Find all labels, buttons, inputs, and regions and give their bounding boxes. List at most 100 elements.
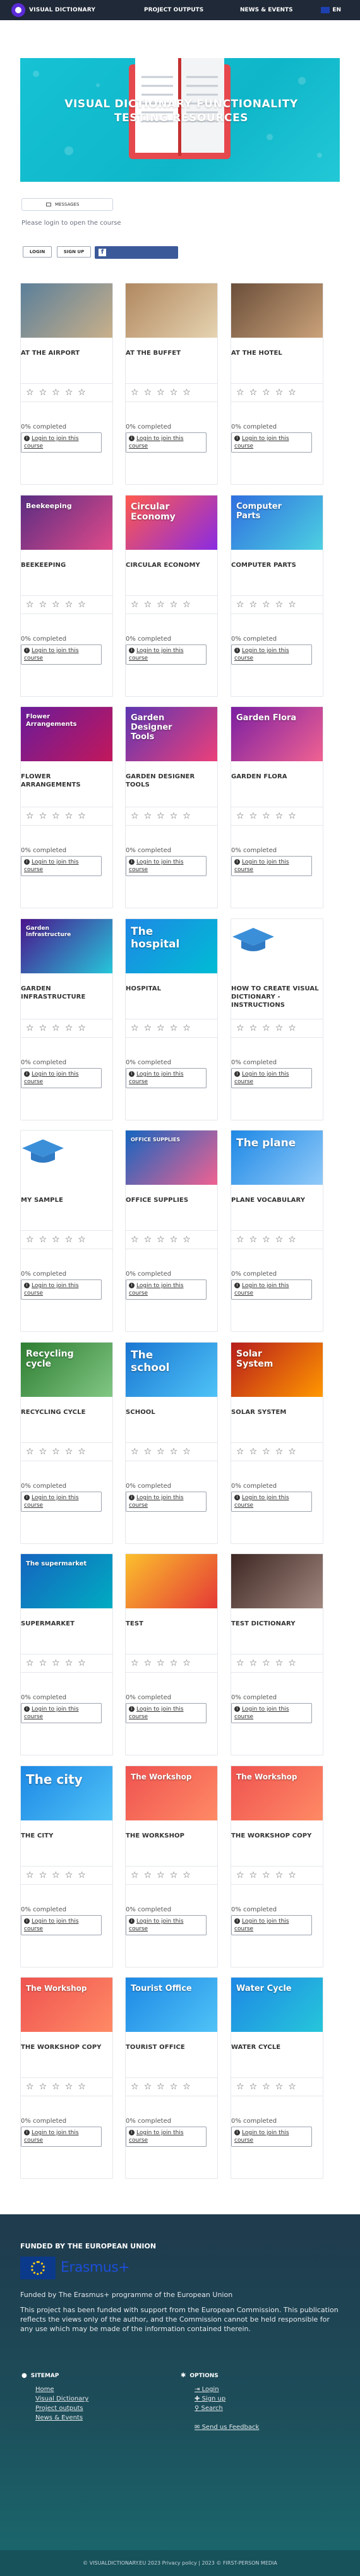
star-icon[interactable]: ☆	[39, 812, 47, 821]
login-to-join-button[interactable]: i Login to join this course	[126, 1492, 207, 1512]
course-title[interactable]: OFFICE SUPPLIES	[126, 1196, 217, 1204]
star-icon[interactable]: ☆	[275, 600, 284, 609]
course-thumbnail[interactable]: Garden Infrastructure	[21, 919, 112, 973]
login-to-join-button[interactable]: i Login to join this course	[126, 856, 207, 876]
star-icon[interactable]: ☆	[52, 1235, 60, 1244]
login-button[interactable]: LOGIN	[23, 246, 52, 258]
course-card[interactable]: The supermarket SUPERMARKET ☆ ☆ ☆ ☆ ☆ 0% comple…	[20, 1553, 113, 1755]
login-to-join-button[interactable]: i Login to join this course	[231, 1492, 312, 1512]
login-to-join-button[interactable]: i Login to join this course	[21, 1068, 102, 1088]
star-icon[interactable]: ☆	[275, 1871, 284, 1880]
star-rating[interactable]: ☆ ☆ ☆ ☆ ☆	[231, 2077, 323, 2096]
course-title[interactable]: MY SAMPLE	[21, 1196, 112, 1204]
star-icon[interactable]: ☆	[236, 1447, 244, 1456]
course-thumbnail[interactable]	[231, 283, 323, 338]
star-icon[interactable]: ☆	[144, 2082, 152, 2091]
star-icon[interactable]: ☆	[262, 1659, 270, 1668]
star-icon[interactable]: ☆	[236, 812, 244, 821]
star-icon[interactable]: ☆	[39, 1024, 47, 1033]
course-title[interactable]: WATER CYCLE	[231, 2043, 323, 2051]
star-icon[interactable]: ☆	[183, 1447, 191, 1456]
star-icon[interactable]: ☆	[288, 812, 296, 821]
star-rating[interactable]: ☆ ☆ ☆ ☆ ☆	[231, 383, 323, 402]
language-selector[interactable]: EN	[321, 7, 341, 13]
star-icon[interactable]: ☆	[157, 1659, 165, 1668]
course-title[interactable]: PLANE VOCABULARY	[231, 1196, 323, 1204]
star-icon[interactable]: ☆	[131, 1235, 139, 1244]
star-icon[interactable]: ☆	[65, 388, 73, 397]
course-thumbnail[interactable]: The city	[21, 1766, 112, 1820]
facebook-login-button[interactable]: f	[95, 246, 178, 259]
course-card[interactable]: Beekeeping BEEKEEPING ☆ ☆ ☆ ☆ ☆ 0% completed i Lo…	[20, 495, 113, 697]
course-title[interactable]: GARDEN FLORA	[231, 773, 323, 781]
course-thumbnail[interactable]: The school	[126, 1343, 217, 1397]
star-icon[interactable]: ☆	[26, 1024, 34, 1033]
star-rating[interactable]: ☆ ☆ ☆ ☆ ☆	[231, 1230, 323, 1249]
star-icon[interactable]: ☆	[157, 1447, 165, 1456]
star-icon[interactable]: ☆	[78, 1871, 86, 1880]
star-icon[interactable]: ☆	[236, 600, 244, 609]
course-thumbnail[interactable]: The plane	[231, 1131, 323, 1185]
star-icon[interactable]: ☆	[249, 1871, 258, 1880]
star-icon[interactable]: ☆	[288, 600, 296, 609]
course-card[interactable]: The plane PLANE VOCABULARY ☆ ☆ ☆ ☆ ☆ 0% complet…	[231, 1130, 323, 1332]
star-icon[interactable]: ☆	[65, 1871, 73, 1880]
star-icon[interactable]: ☆	[78, 812, 86, 821]
login-to-join-button[interactable]: i Login to join this course	[231, 1279, 312, 1300]
star-icon[interactable]: ☆	[249, 1235, 258, 1244]
star-icon[interactable]: ☆	[170, 2082, 178, 2091]
star-icon[interactable]: ☆	[170, 600, 178, 609]
star-icon[interactable]: ☆	[131, 1871, 139, 1880]
course-thumbnail[interactable]: Water Cycle	[231, 1978, 323, 2032]
star-rating[interactable]: ☆ ☆ ☆ ☆ ☆	[231, 1654, 323, 1673]
course-title[interactable]: TEST	[126, 1620, 217, 1628]
star-icon[interactable]: ☆	[52, 1447, 60, 1456]
star-icon[interactable]: ☆	[288, 1235, 296, 1244]
star-rating[interactable]: ☆ ☆ ☆ ☆ ☆	[126, 807, 217, 826]
star-rating[interactable]: ☆ ☆ ☆ ☆ ☆	[126, 1866, 217, 1885]
star-icon[interactable]: ☆	[26, 1235, 34, 1244]
star-icon[interactable]: ☆	[183, 1235, 191, 1244]
star-rating[interactable]: ☆ ☆ ☆ ☆ ☆	[21, 1866, 112, 1885]
star-icon[interactable]: ☆	[65, 2082, 73, 2091]
star-icon[interactable]: ☆	[236, 1659, 244, 1668]
star-icon[interactable]: ☆	[39, 1659, 47, 1668]
star-icon[interactable]: ☆	[249, 812, 258, 821]
footer-link-search[interactable]: ⚲ Search	[195, 2405, 223, 2412]
star-icon[interactable]: ☆	[78, 1235, 86, 1244]
star-icon[interactable]: ☆	[144, 1447, 152, 1456]
star-icon[interactable]: ☆	[275, 2082, 284, 2091]
course-title[interactable]: COMPUTER PARTS	[231, 561, 323, 569]
course-thumbnail[interactable]	[231, 1554, 323, 1608]
course-card[interactable]: MY SAMPLE ☆ ☆ ☆ ☆ ☆ 0% completed i Login to join…	[20, 1130, 113, 1332]
course-title[interactable]: TEST DICTIONARY	[231, 1620, 323, 1628]
star-icon[interactable]: ☆	[288, 1024, 296, 1033]
course-card[interactable]: Garden Flora GARDEN FLORA ☆ ☆ ☆ ☆ ☆ 0% complete…	[231, 706, 323, 908]
star-icon[interactable]: ☆	[157, 600, 165, 609]
star-rating[interactable]: ☆ ☆ ☆ ☆ ☆	[126, 1019, 217, 1038]
star-icon[interactable]: ☆	[157, 388, 165, 397]
course-card[interactable]: Garden Infrastructure GARDEN INFRASTRUCTU…	[20, 918, 113, 1120]
login-to-join-button[interactable]: i Login to join this course	[21, 1915, 102, 1935]
course-title[interactable]: THE WORKSHOP	[126, 1832, 217, 1840]
star-icon[interactable]: ☆	[131, 1659, 139, 1668]
star-icon[interactable]: ☆	[262, 2082, 270, 2091]
star-icon[interactable]: ☆	[131, 388, 139, 397]
star-rating[interactable]: ☆ ☆ ☆ ☆ ☆	[126, 1442, 217, 1461]
star-rating[interactable]: ☆ ☆ ☆ ☆ ☆	[231, 1866, 323, 1885]
course-card[interactable]: Garden Designer Tools GARDEN DESIGNER TOO…	[125, 706, 218, 908]
nav-project-outputs[interactable]: PROJECT OUTPUTS	[144, 7, 203, 13]
star-icon[interactable]: ☆	[144, 388, 152, 397]
star-icon[interactable]: ☆	[39, 1871, 47, 1880]
star-icon[interactable]: ☆	[236, 1871, 244, 1880]
course-card[interactable]: HOW TO CREATE VISUAL DICTIONARY - INSTRU…	[231, 918, 323, 1120]
star-icon[interactable]: ☆	[78, 2082, 86, 2091]
course-thumbnail[interactable]: The hospital	[126, 919, 217, 973]
star-icon[interactable]: ☆	[39, 388, 47, 397]
course-card[interactable]: The school SCHOOL ☆ ☆ ☆ ☆ ☆ 0% completed i Login …	[125, 1342, 218, 1544]
star-rating[interactable]: ☆ ☆ ☆ ☆ ☆	[21, 807, 112, 826]
star-icon[interactable]: ☆	[65, 1024, 73, 1033]
star-icon[interactable]: ☆	[65, 1659, 73, 1668]
star-icon[interactable]: ☆	[39, 1447, 47, 1456]
star-icon[interactable]: ☆	[144, 1871, 152, 1880]
